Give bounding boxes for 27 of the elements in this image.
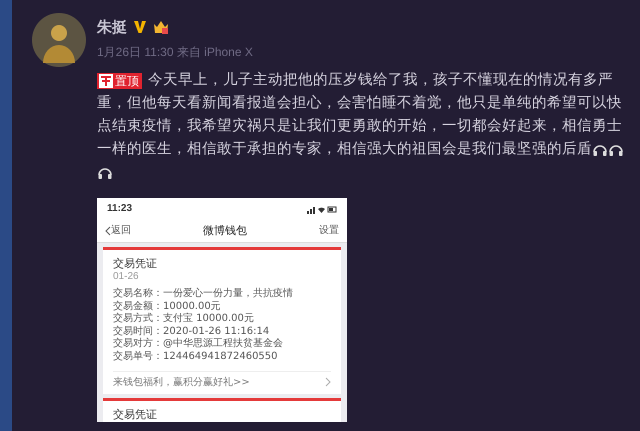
detail-row-text: 交易时间：2020-01-26 11:16:14 [113, 326, 270, 338]
status-icons [307, 204, 337, 214]
chevron-icon [325, 377, 331, 387]
promo-link[interactable]: 来钱包福利，赢积分赢好礼>> [113, 377, 250, 389]
back-link[interactable]: 返回 [111, 225, 131, 237]
post-meta: 1月26日 11:30 来自 iPhone X [97, 44, 254, 61]
detail-row-text: 交易单号：124464941872460550 [113, 350, 279, 363]
screen-title: 微博钱包 [203, 225, 247, 237]
post-text: 点结束疫情，我希望灾祸只是让我们更勇敢的开始，一切都会好起来，相信勇士 [97, 116, 622, 136]
card-date: 01-26 [113, 271, 140, 283]
settings-link[interactable]: 设置 [319, 225, 339, 237]
user-name[interactable]: 朱挺 [97, 18, 127, 36]
verified-icon [132, 19, 148, 35]
post-text: 一样的医生，相信敢于承担的专家，相信强大的祖国会是我们最坚强的后盾 [97, 140, 592, 159]
crown-icon [153, 19, 169, 35]
detail-row-text: 交易名称：一份爱心一份力量，共抗疫情 [113, 288, 294, 300]
post-text: 今天早上，儿子主动把他的压岁钱给了我，孩子不懂现在的情况有多严 [148, 70, 613, 90]
card-title: 交易凭证 [113, 407, 158, 422]
back-icon[interactable] [105, 226, 111, 236]
detail-row-text: 交易对方：@中华思源工程扶贫基金会 [113, 338, 284, 350]
pinned-badge: 置顶 [97, 72, 142, 88]
card-title: 交易凭证 [113, 256, 158, 271]
post-text: 重，但他每天看新闻看报道会担心，会害怕睡不着觉，他只是单纯的希望可以快 [97, 94, 622, 113]
avatar[interactable] [32, 13, 86, 67]
detail-row-text: 交易方式：支付宝 10000.00元 [113, 313, 255, 326]
status-time: 11:23 [107, 203, 132, 215]
detail-row-text: 交易金额：10000.00元 [113, 300, 222, 312]
